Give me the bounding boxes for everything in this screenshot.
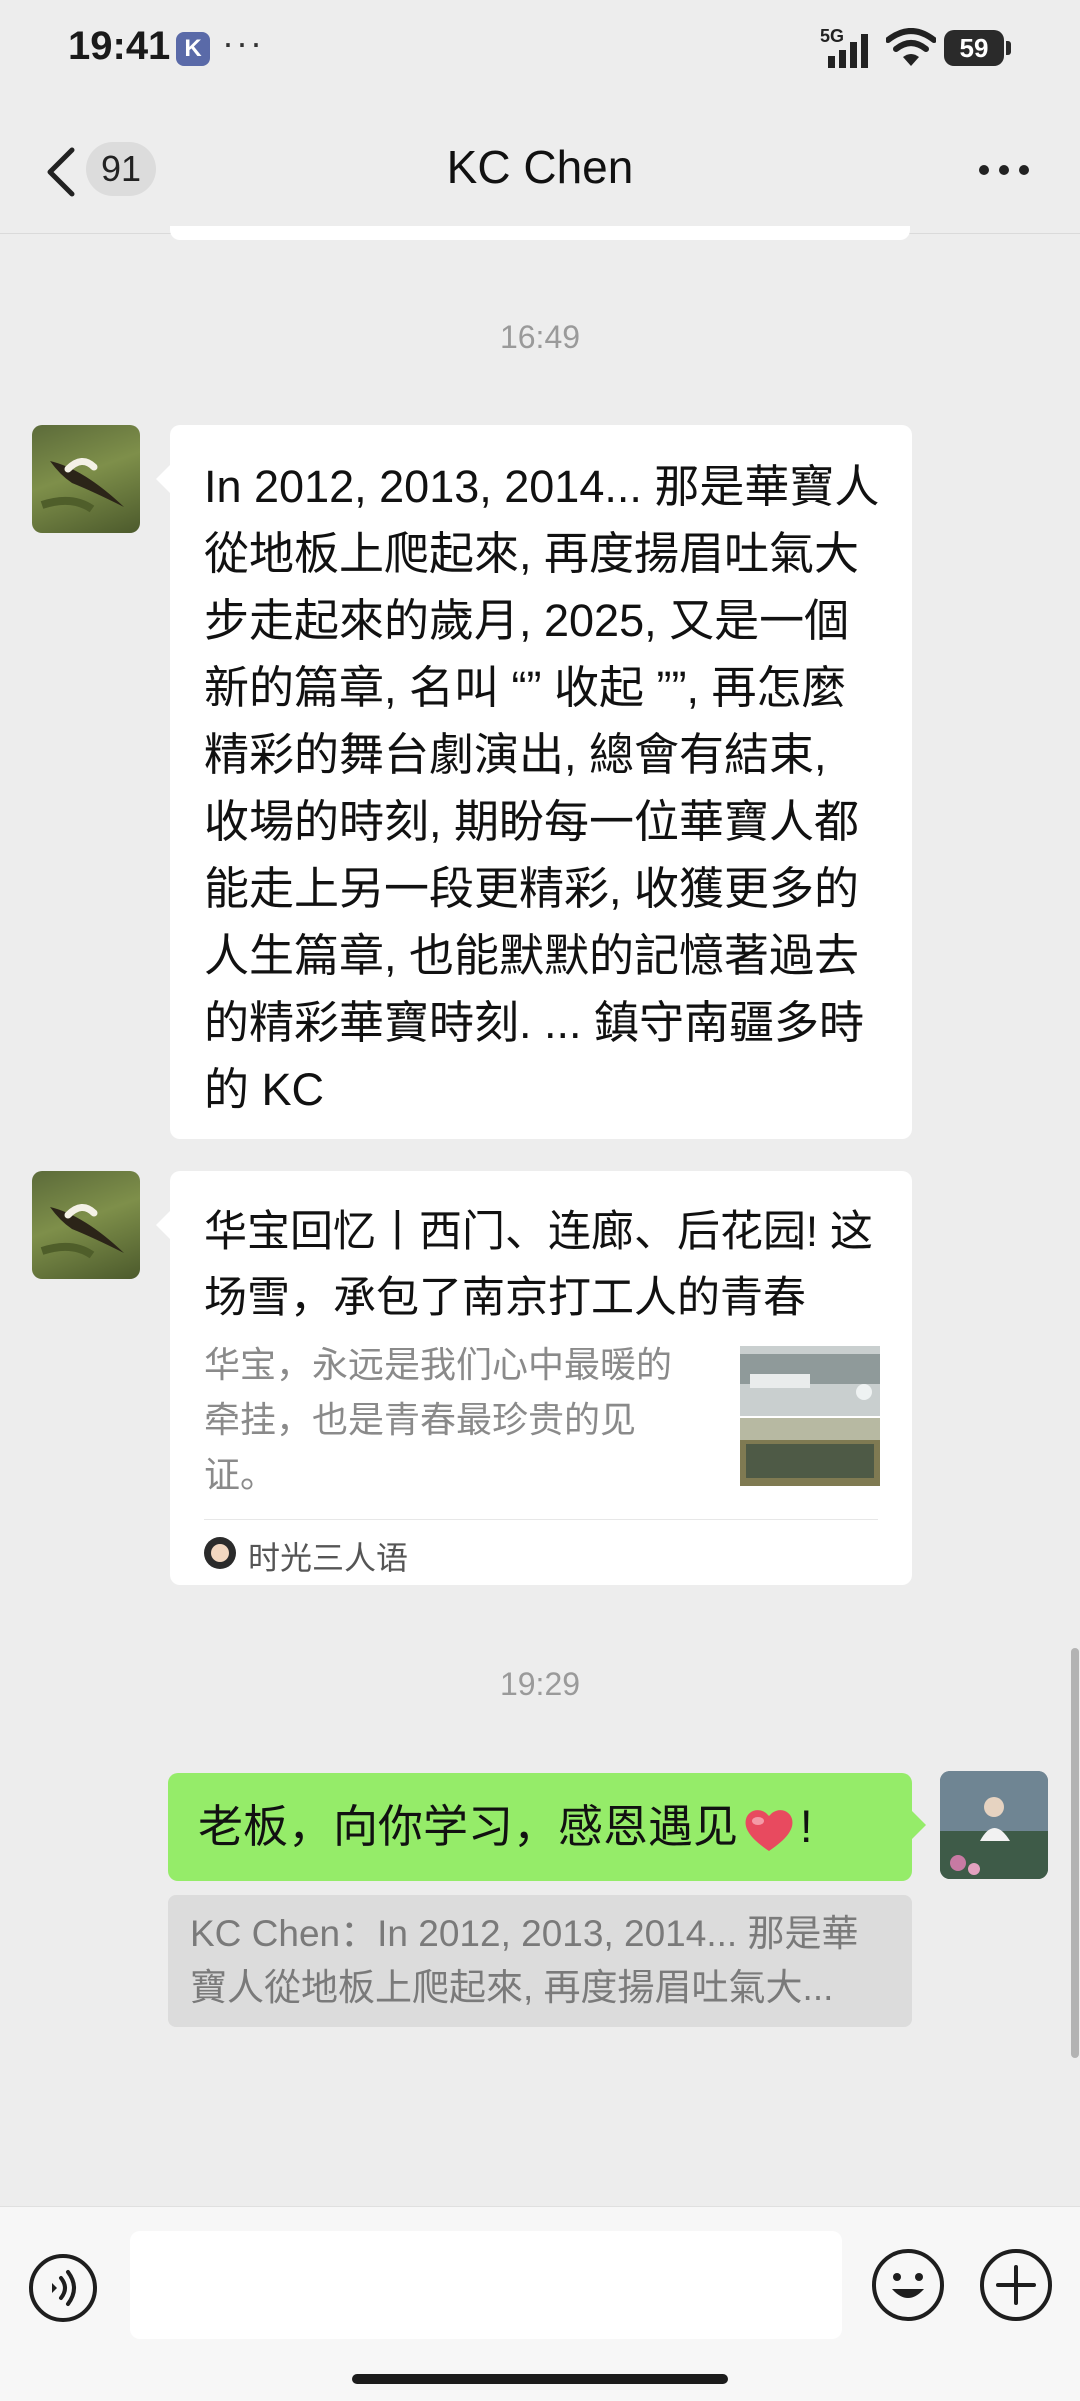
source-name: 时光三人语 [248, 1540, 409, 1576]
eagle-avatar-image [40, 1204, 124, 1259]
message-text: In 2012, 2013, 2014... 那是華寶人從地板上爬起來, 再度揚… [204, 461, 880, 1115]
card-divider [204, 1519, 878, 1520]
article-card[interactable]: 华宝回忆丨西门、连廊、后花园! 这场雪，承包了南京打工人的青春 华宝，永远是我们… [156, 1171, 912, 1585]
scrollbar[interactable] [1071, 1648, 1079, 2058]
more-icon[interactable] [976, 162, 1032, 178]
message-bubble[interactable]: In 2012, 2013, 2014... 那是華寶人從地板上爬起來, 再度揚… [156, 425, 912, 1139]
avatar[interactable] [32, 1171, 140, 1279]
status-bar: 19:41 K ··· 5G 59 [0, 0, 1080, 100]
article-description: 华宝，永远是我们心中最暖的牵挂，也是青春最珍贵的见证。 [204, 1344, 673, 1495]
battery-indicator: 59 [944, 30, 1011, 66]
message-text: 老板，向你学习，感恩遇见 [198, 1801, 739, 1852]
quoted-message[interactable]: KC Chen：In 2012, 2013, 2014... 那是華寶人從地板上… [168, 1895, 912, 2027]
chat-title: KC Chen [446, 141, 634, 193]
wifi-icon [886, 28, 936, 66]
input-bar [0, 2206, 1080, 2401]
message-input[interactable] [130, 2231, 842, 2339]
eagle-avatar-image [40, 458, 124, 513]
my-avatar-image [940, 1771, 1048, 1879]
home-indicator [352, 2374, 728, 2384]
status-more-icon: ··· [222, 22, 264, 63]
network-type: 5G [820, 26, 844, 46]
avatar[interactable] [32, 425, 140, 533]
article-thumbnail [740, 1346, 880, 1486]
article-title: 华宝回忆丨西门、连廊、后花园! 这场雪，承包了南京打工人的青春 [204, 1208, 873, 1322]
source-avatar-icon [204, 1537, 236, 1569]
heart-emoji-icon [745, 1810, 793, 1852]
timestamp: 16:49 [499, 319, 581, 355]
sent-message-bubble[interactable]: 老板，向你学习，感恩遇见! [168, 1773, 926, 1881]
my-avatar[interactable] [940, 1771, 1048, 1879]
app-notification-icon: K [176, 32, 210, 66]
chat-header: 91 KC Chen [0, 110, 1080, 230]
message-text-end: ! [800, 1801, 813, 1852]
plus-icon[interactable] [978, 2247, 1054, 2323]
previous-message-bubble [170, 226, 910, 240]
signal-icon: 5G [820, 26, 868, 68]
status-time: 19:41 [68, 24, 171, 68]
timestamp: 19:29 [499, 1666, 581, 1702]
voice-icon[interactable] [28, 2253, 98, 2323]
emoji-icon[interactable] [870, 2247, 946, 2323]
